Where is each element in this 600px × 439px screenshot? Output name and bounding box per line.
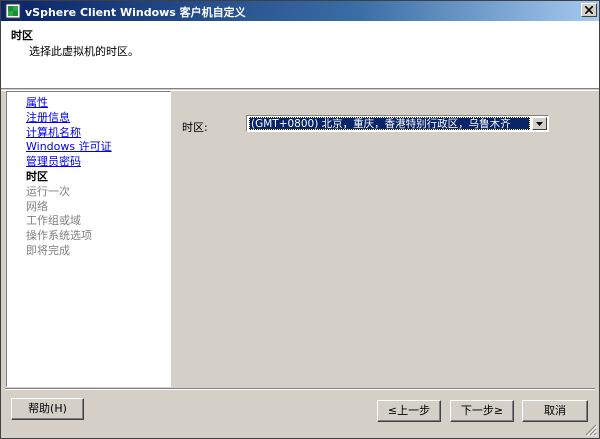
step-run-once: 运行一次 — [26, 184, 70, 198]
vsphere-app-icon — [5, 3, 21, 19]
step-workgroup-domain: 工作组或域 — [26, 214, 81, 228]
next-button[interactable]: 下一步≥ — [450, 400, 514, 422]
close-button[interactable] — [581, 3, 597, 17]
wizard-header: 时区 选择此虚拟机的时区。 — [1, 21, 599, 89]
step-windows-license[interactable]: Windows 许可证 — [26, 140, 112, 155]
help-button[interactable]: 帮助(H) — [11, 398, 84, 420]
step-os-options: 操作系统选项 — [26, 229, 92, 243]
resize-grip-icon[interactable] — [585, 424, 597, 436]
page-title: 时区 — [11, 29, 33, 42]
step-network: 网络 — [26, 199, 48, 213]
title-bar[interactable]: vSphere Client Windows 客户机自定义 — [1, 1, 599, 21]
step-registration-info[interactable]: 注册信息 — [26, 111, 112, 126]
timezone-selected-value[interactable]: (GMT+0800) 北京，重庆，香港特别行政区，乌鲁木齐 — [249, 117, 530, 130]
back-button[interactable]: ≤上一步 — [377, 400, 441, 422]
step-properties[interactable]: 属性 — [26, 96, 112, 111]
step-admin-password[interactable]: 管理员密码 — [26, 155, 112, 170]
window-title: vSphere Client Windows 客户机自定义 — [25, 6, 246, 19]
close-icon — [585, 6, 593, 14]
step-ready-to-complete: 即将完成 — [26, 243, 70, 257]
dropdown-button[interactable] — [532, 117, 547, 130]
wizard-steps-list: 属性 注册信息 计算机名称 Windows 许可证 管理员密码 时区 运行一次 … — [26, 96, 112, 259]
timezone-label: 时区: — [182, 121, 208, 134]
page-subtitle: 选择此虚拟机的时区。 — [29, 45, 139, 58]
timezone-dropdown[interactable]: (GMT+0800) 北京，重庆，香港特别行政区，乌鲁木齐 — [246, 115, 549, 132]
chevron-down-icon — [536, 122, 543, 126]
step-time-zone: 时区 — [26, 169, 48, 183]
wizard-window: vSphere Client Windows 客户机自定义 时区 选择此虚拟机的… — [0, 0, 600, 439]
wizard-steps-panel: 属性 注册信息 计算机名称 Windows 许可证 管理员密码 时区 运行一次 … — [6, 91, 171, 387]
footer-divider — [5, 388, 595, 390]
main-content: 时区: (GMT+0800) 北京，重庆，香港特别行政区，乌鲁木齐 — [171, 91, 599, 387]
step-computer-name[interactable]: 计算机名称 — [26, 126, 112, 141]
cancel-button[interactable]: 取消 — [522, 400, 588, 422]
